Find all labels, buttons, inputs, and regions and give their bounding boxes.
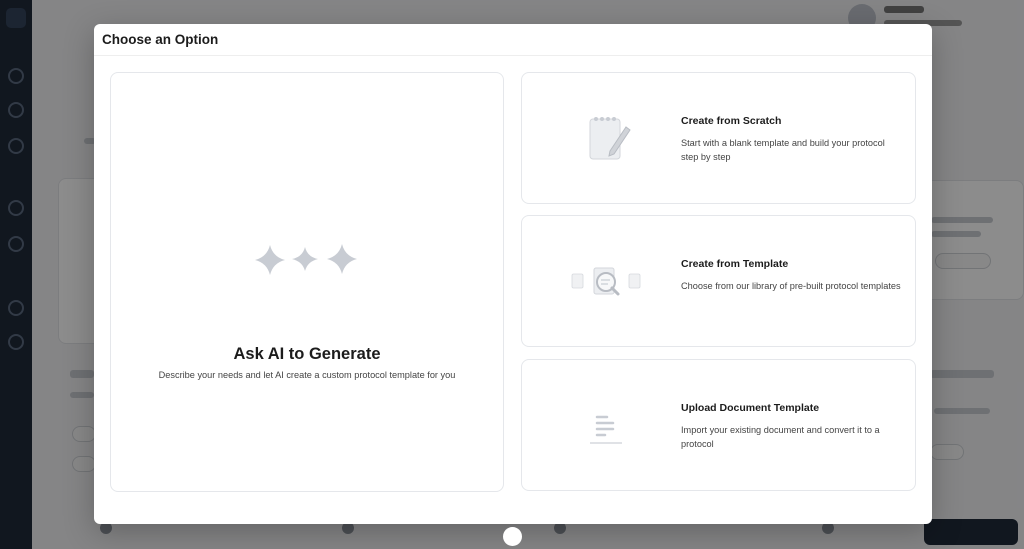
floating-indicator-dot[interactable] bbox=[503, 527, 522, 546]
create-from-scratch-title: Create from Scratch bbox=[681, 115, 782, 127]
upload-document-template-option-card[interactable]: Upload Document Template Import your exi… bbox=[521, 359, 916, 491]
choose-option-modal: Choose an Option Ask AI to Generate Desc… bbox=[94, 24, 932, 524]
document-search-icon bbox=[571, 267, 641, 296]
upload-document-template-description: Import your existing document and conver… bbox=[681, 425, 880, 449]
create-from-scratch-option-card[interactable]: Create from Scratch Start with a blank t… bbox=[521, 72, 916, 204]
ask-ai-title: Ask AI to Generate bbox=[233, 345, 381, 363]
ask-ai-description: Describe your needs and let AI create a … bbox=[158, 370, 456, 380]
create-from-template-description: Choose from our library of pre-built pro… bbox=[681, 281, 901, 291]
create-from-template-title: Create from Template bbox=[681, 258, 789, 270]
create-from-scratch-description: Start with a blank template and build yo… bbox=[681, 138, 885, 162]
modal-header: Choose an Option bbox=[94, 24, 932, 56]
modal-title: Choose an Option bbox=[102, 32, 219, 47]
sparkles-icon bbox=[255, 244, 357, 275]
document-lines-icon bbox=[590, 415, 622, 444]
ask-ai-option-card[interactable]: Ask AI to Generate Describe your needs a… bbox=[110, 72, 504, 492]
upload-document-template-title: Upload Document Template bbox=[681, 402, 820, 414]
create-from-template-option-card[interactable]: Create from Template Choose from our lib… bbox=[521, 215, 916, 347]
notepad-pencil-icon bbox=[589, 117, 631, 160]
